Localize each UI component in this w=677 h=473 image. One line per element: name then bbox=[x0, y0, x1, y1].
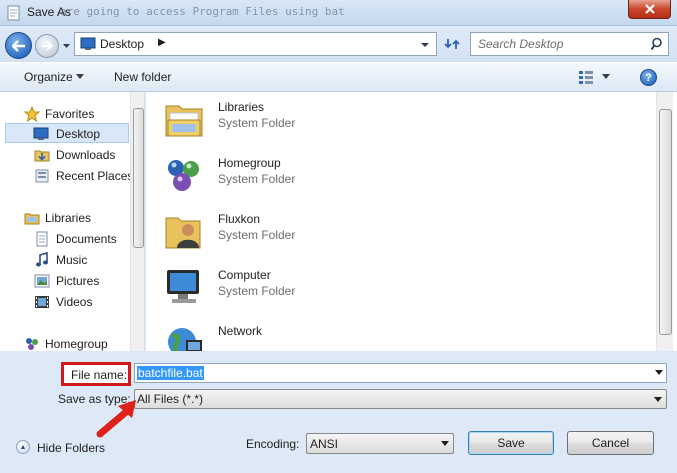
file-name-label-highlight: File name: bbox=[61, 362, 131, 386]
encoding-select[interactable]: ANSI bbox=[306, 433, 454, 454]
sidebar-item-label: Videos bbox=[56, 295, 93, 309]
sidebar-item-label: Pictures bbox=[56, 274, 100, 288]
title-bar: Save As are going to access Program File… bbox=[0, 0, 677, 26]
list-item-computer[interactable]: Computer System Folder bbox=[146, 262, 646, 314]
sidebar-item-libraries[interactable]: Libraries bbox=[0, 208, 130, 228]
encoding-dropdown-icon[interactable] bbox=[441, 441, 449, 447]
list-item-homegroup[interactable]: Homegroup System Folder bbox=[146, 150, 646, 202]
organize-dropdown-icon[interactable] bbox=[76, 74, 84, 79]
item-name: Network bbox=[218, 324, 263, 338]
change-view-icon[interactable] bbox=[578, 70, 594, 84]
encoding-label: Encoding: bbox=[246, 437, 300, 451]
breadcrumb-desktop[interactable]: Desktop bbox=[100, 37, 144, 51]
item-type: System Folder bbox=[218, 172, 296, 186]
music-icon bbox=[36, 252, 48, 267]
list-item-network[interactable]: Network bbox=[146, 318, 646, 351]
save-as-type-dropdown-icon[interactable] bbox=[654, 397, 662, 403]
file-name-dropdown-icon[interactable] bbox=[655, 370, 663, 376]
background-window-text: are going to access Program Files using … bbox=[60, 5, 345, 18]
sidebar-scrollbar[interactable] bbox=[130, 92, 144, 351]
search-input[interactable]: Search Desktop bbox=[470, 32, 669, 56]
item-name: Fluxkon bbox=[218, 212, 261, 226]
search-icon[interactable] bbox=[651, 37, 665, 51]
item-name: Computer bbox=[218, 268, 271, 282]
desktop-icon bbox=[33, 127, 49, 140]
network-icon bbox=[168, 328, 202, 351]
address-dropdown-icon[interactable] bbox=[420, 40, 430, 50]
sidebar-item-label: Documents bbox=[56, 232, 117, 246]
back-arrow-icon bbox=[11, 39, 25, 52]
recent-places-icon bbox=[35, 169, 49, 183]
address-bar[interactable]: Desktop ▶ bbox=[74, 32, 437, 56]
help-icon[interactable]: ? bbox=[640, 69, 657, 86]
videos-icon bbox=[35, 296, 49, 308]
annotation-arrow-icon bbox=[96, 400, 136, 438]
sidebar-item-documents[interactable]: Documents bbox=[0, 229, 130, 249]
new-folder-button[interactable]: New folder bbox=[114, 70, 171, 84]
user-folder-icon bbox=[165, 217, 201, 249]
save-dialog-icon bbox=[7, 5, 20, 21]
encoding-value: ANSI bbox=[310, 437, 339, 451]
command-toolbar: Organize New folder ? bbox=[0, 62, 677, 92]
sidebar-item-music[interactable]: Music bbox=[0, 250, 130, 270]
back-button[interactable] bbox=[5, 32, 32, 59]
forward-button[interactable] bbox=[35, 34, 59, 58]
list-item-fluxkon[interactable]: Fluxkon System Folder bbox=[146, 206, 646, 258]
sidebar-item-homegroup[interactable]: Homegroup bbox=[0, 334, 130, 351]
sidebar-item-label: Recent Places bbox=[56, 169, 134, 183]
homegroup-icon bbox=[26, 338, 38, 350]
homegroup-icon bbox=[168, 160, 199, 191]
computer-icon bbox=[167, 270, 199, 303]
sidebar-item-desktop[interactable]: Desktop bbox=[5, 123, 129, 143]
breadcrumb-chevron-icon[interactable]: ▶ bbox=[158, 37, 166, 48]
item-type: System Folder bbox=[218, 116, 296, 130]
organize-button[interactable]: Organize bbox=[24, 70, 73, 84]
refresh-icon bbox=[444, 39, 460, 49]
libraries-icon bbox=[165, 105, 203, 137]
sidebar-item-favorites[interactable]: Favorites bbox=[0, 104, 130, 124]
sidebar-item-label: Homegroup bbox=[45, 337, 108, 351]
sidebar-item-pictures[interactable]: Pictures bbox=[0, 271, 130, 291]
item-name: Libraries bbox=[218, 100, 265, 114]
file-list-scrollbar-thumb[interactable] bbox=[659, 109, 672, 335]
refresh-button[interactable] bbox=[440, 32, 464, 56]
sidebar-item-recent-places[interactable]: Recent Places bbox=[0, 166, 134, 186]
downloads-icon bbox=[34, 150, 50, 162]
forward-arrow-icon bbox=[42, 41, 53, 51]
sidebar-item-videos[interactable]: Videos bbox=[0, 292, 130, 312]
navigation-bar: Desktop ▶ Search Desktop bbox=[0, 26, 677, 62]
navigation-pane: Favorites Desktop Downloads Recent Place… bbox=[0, 92, 145, 351]
item-name: Homegroup bbox=[218, 156, 281, 170]
search-placeholder: Search Desktop bbox=[478, 37, 564, 51]
list-item-libraries[interactable]: Libraries System Folder bbox=[146, 94, 646, 146]
pictures-icon bbox=[34, 274, 50, 288]
item-type: System Folder bbox=[218, 284, 296, 298]
sidebar-scrollbar-thumb[interactable] bbox=[133, 108, 144, 248]
sidebar-item-label: Desktop bbox=[56, 127, 101, 141]
hide-folders-button[interactable]: Hide Folders bbox=[37, 441, 105, 455]
file-list: Libraries System Folder Homegroup System… bbox=[146, 92, 677, 351]
cancel-button[interactable]: Cancel bbox=[567, 431, 654, 455]
close-icon bbox=[644, 4, 655, 14]
item-type: System Folder bbox=[218, 228, 296, 242]
recent-pages-dropdown-icon[interactable] bbox=[62, 41, 71, 50]
save-as-type-select[interactable]: All Files (*.*) bbox=[134, 389, 667, 409]
star-icon bbox=[24, 106, 40, 122]
sidebar-item-label: Music bbox=[56, 253, 88, 267]
desktop-icon bbox=[80, 37, 96, 50]
views-dropdown-icon[interactable] bbox=[602, 74, 610, 79]
file-list-scrollbar[interactable] bbox=[656, 92, 673, 351]
close-button[interactable] bbox=[628, 0, 671, 19]
documents-icon bbox=[36, 231, 48, 247]
libraries-icon bbox=[24, 213, 40, 225]
save-button[interactable]: Save bbox=[468, 431, 554, 455]
hide-folders-icon[interactable]: ▲ bbox=[16, 440, 30, 454]
sidebar-item-label: Favorites bbox=[45, 107, 95, 121]
sidebar-item-downloads[interactable]: Downloads bbox=[0, 145, 130, 165]
file-name-field[interactable]: batchfile.bat bbox=[134, 363, 667, 383]
sidebar-item-label: Libraries bbox=[45, 211, 92, 225]
file-name-value[interactable]: batchfile.bat bbox=[137, 366, 204, 380]
file-name-label: File name: bbox=[71, 368, 128, 382]
sidebar-item-label: Downloads bbox=[56, 148, 116, 162]
